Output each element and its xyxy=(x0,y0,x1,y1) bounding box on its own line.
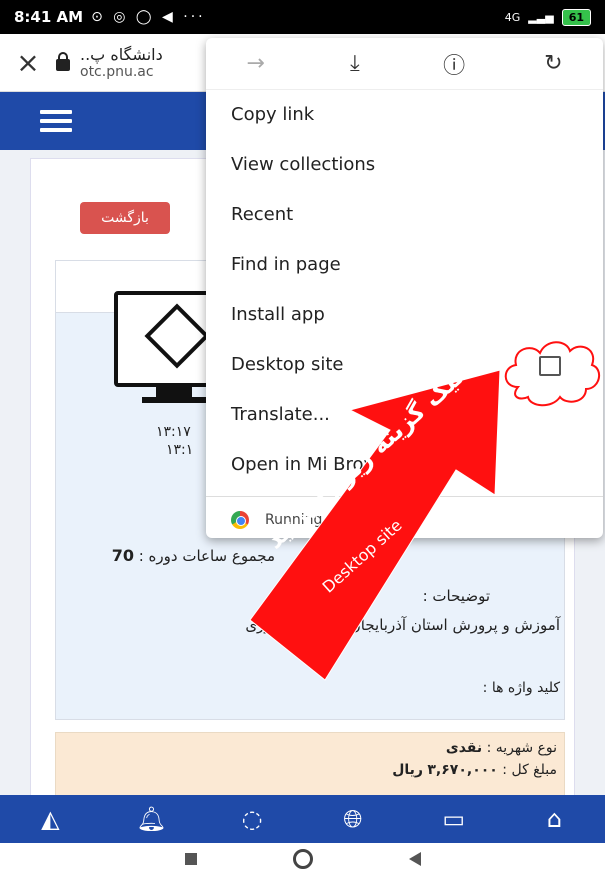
fee-type: نوع شهریه : نقدی xyxy=(445,740,557,756)
download-icon[interactable]: ⤓ xyxy=(333,51,377,76)
back-icon[interactable] xyxy=(408,852,421,866)
status-bar: 8:41 AM ⊙ ◎ ◯ ◀ ··· 4G ▂▃▅ 61 xyxy=(0,0,605,34)
home-icon[interactable]: ⌂ xyxy=(530,805,580,833)
lock-icon[interactable] xyxy=(56,51,70,71)
page-title: دانشگاه پ.. xyxy=(80,45,163,64)
menu-toolbar: → ⤓ ⓘ ↻ xyxy=(206,38,603,90)
menu-item-copy-link[interactable]: Copy link xyxy=(206,90,603,140)
status-icons: ⊙ ◎ ◯ ◀ ··· xyxy=(91,9,206,25)
info-icon[interactable]: ⓘ xyxy=(432,48,476,80)
certificate-icon[interactable]: ▭ xyxy=(429,805,479,833)
recents-icon[interactable] xyxy=(184,853,197,865)
page-url: otc.pnu.ac xyxy=(80,64,154,80)
course-time-start: ۱۳:۱۷ xyxy=(156,424,191,440)
drive-icon[interactable]: ◭ xyxy=(25,805,75,833)
close-tab-icon[interactable]: × xyxy=(0,46,56,79)
back-button[interactable]: بازگشت xyxy=(80,202,170,234)
globe-icon[interactable]: 🌐︎ xyxy=(328,805,378,833)
signal-bars-icon: ▂▃▅ xyxy=(528,10,554,24)
menu-item-find-in-page[interactable]: Find in page xyxy=(206,240,603,290)
address-bar[interactable]: دانشگاه پ.. otc.pnu.ac xyxy=(80,45,163,80)
chat-icon[interactable]: ◌ xyxy=(227,805,277,833)
forward-icon[interactable]: → xyxy=(234,51,278,76)
battery-icon: 61 xyxy=(561,8,591,26)
bell-icon[interactable]: 🔔︎ xyxy=(126,805,176,833)
menu-item-install-app[interactable]: Install app xyxy=(206,290,603,340)
highlight-cloud xyxy=(504,341,601,407)
signal-icon: 4G xyxy=(504,10,521,24)
fee-total: مبلغ کل : ۳,۶۷۰,۰۰۰ ریال xyxy=(392,762,557,778)
course-time-end: ۱۳:۱ xyxy=(166,442,194,458)
course-times: ۱۳:۱۷ ۱۳:۱ xyxy=(156,423,193,459)
hamburger-menu-icon[interactable] xyxy=(40,110,72,132)
graduation-cap-icon xyxy=(144,303,210,369)
reload-icon[interactable]: ↻ xyxy=(531,51,575,76)
bottom-nav: ◭ 🔔︎ ◌ 🌐︎ ▭ ⌂ xyxy=(0,795,605,843)
menu-item-recent[interactable]: Recent xyxy=(206,190,603,240)
home-button-icon[interactable] xyxy=(292,849,313,869)
status-time: 8:41 AM xyxy=(14,8,84,26)
total-hours-value: 70 xyxy=(111,546,134,565)
menu-item-view-collections[interactable]: View collections xyxy=(206,140,603,190)
system-nav-bar xyxy=(0,843,605,875)
